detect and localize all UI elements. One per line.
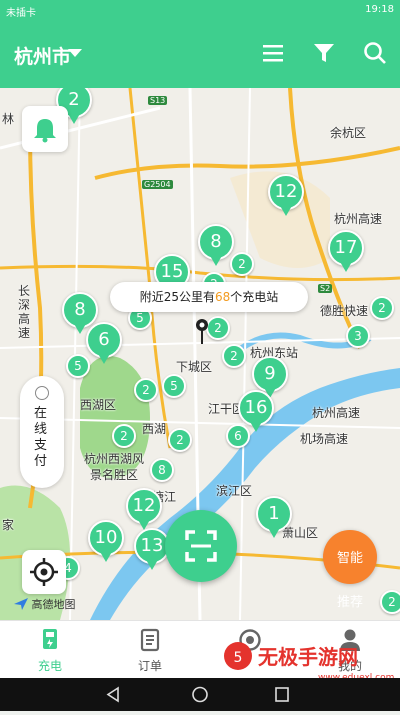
charging-station-dot[interactable]: 3 — [346, 324, 370, 348]
tab-charge[interactable]: 充电 — [0, 621, 100, 679]
crosshair-icon — [30, 558, 58, 586]
place-label: 西湖区 — [80, 398, 117, 412]
filter-icon[interactable] — [311, 40, 337, 66]
charging-station-dot[interactable]: 5 — [66, 354, 90, 378]
back-icon[interactable] — [106, 686, 119, 703]
order-icon — [140, 628, 160, 652]
charging-station-dot[interactable]: 2 — [134, 378, 158, 402]
place-label: 德胜快速 — [320, 304, 369, 318]
charging-station-dot[interactable]: 8 — [150, 458, 174, 482]
charging-station-dot[interactable]: 2 — [112, 424, 136, 448]
location-pin-icon — [196, 319, 208, 344]
road-shield: S2 — [318, 284, 333, 293]
charging-station-dot[interactable]: 2 — [168, 428, 192, 452]
status-bar: 未插卡 19:18 — [0, 0, 400, 22]
road-shield: G2504 — [142, 180, 173, 189]
place-label: 下城区 — [176, 360, 213, 374]
place-label: 滨江区 — [216, 484, 253, 498]
station-count: 68 — [214, 290, 231, 304]
place-label: 杭州西湖风 — [84, 452, 145, 466]
place-label: 长深高速 — [18, 284, 31, 340]
home-icon[interactable] — [192, 686, 208, 703]
bell-icon — [34, 119, 56, 143]
map-view[interactable]: 余杭区 杭州高速 长深高速 德胜快速 下城区 杭州东站 西湖区 西湖 江干区 杭… — [0, 88, 400, 620]
site-watermark: 5 无极手游网 www.eduexl.com — [224, 642, 394, 683]
place-label: 余杭区 — [330, 126, 367, 140]
scan-icon — [185, 530, 217, 562]
place-label: 杭州高速 — [334, 212, 383, 226]
charging-station-dot[interactable]: 2 — [230, 252, 254, 276]
online-pay-button[interactable]: 在线支付 — [20, 376, 64, 488]
tab-orders[interactable]: 订单 — [100, 621, 200, 679]
recents-icon[interactable] — [275, 687, 289, 702]
search-icon[interactable] — [362, 40, 388, 66]
map-provider-logo: 高德地图 — [14, 596, 76, 612]
clock: 19:18 — [365, 4, 394, 15]
charging-station-dot[interactable]: 2 — [370, 296, 394, 320]
watermark-text: 无极手游网 — [258, 645, 358, 669]
amap-arrow-icon — [14, 598, 28, 610]
charging-station-pin[interactable]: 10 — [88, 520, 124, 564]
system-nav-bar — [0, 678, 400, 711]
city-selector[interactable]: 杭州市 — [14, 42, 71, 69]
smart-recommend-button[interactable]: 智能 推荐 — [323, 530, 377, 610]
locate-button[interactable] — [22, 550, 66, 594]
carrier-label: 未插卡 — [6, 8, 36, 19]
place-label: 杭州高速 — [312, 406, 361, 420]
radio-icon — [35, 386, 49, 400]
place-label: 景名胜区 — [90, 468, 139, 482]
charging-station-pin[interactable]: 17 — [328, 230, 364, 274]
charging-station-pin[interactable]: 8 — [198, 224, 234, 268]
charging-station-pin[interactable]: 12 — [268, 174, 304, 218]
place-label: 家 — [2, 518, 15, 532]
road-shield: S13 — [148, 96, 168, 105]
charging-station-pin[interactable]: 6 — [86, 322, 122, 366]
charging-station-dot[interactable]: 2 — [206, 316, 230, 340]
charging-station-dot[interactable]: 2 — [222, 344, 246, 368]
charging-station-dot[interactable]: 5 — [162, 374, 186, 398]
online-pay-label: 在线支付 — [34, 406, 48, 469]
scan-button[interactable] — [165, 510, 237, 582]
nearby-stations-bubble: 附近25公里有68个充电站 — [110, 282, 308, 312]
list-icon[interactable] — [260, 40, 286, 66]
charger-icon — [43, 629, 57, 649]
charging-station-pin[interactable]: 1 — [256, 496, 292, 540]
place-label: 西湖 — [142, 422, 167, 436]
charging-station-pin[interactable]: 12 — [126, 488, 162, 532]
caret-down-icon[interactable] — [68, 49, 82, 57]
place-label: 机场高速 — [300, 432, 349, 446]
place-label: 林 — [2, 112, 15, 126]
notification-button[interactable] — [22, 106, 68, 152]
app-header: 杭州市 — [0, 22, 400, 88]
svg-text:5: 5 — [234, 650, 243, 666]
charging-station-dot[interactable]: 6 — [226, 424, 250, 448]
charging-station-dot[interactable]: 2 — [380, 590, 400, 614]
